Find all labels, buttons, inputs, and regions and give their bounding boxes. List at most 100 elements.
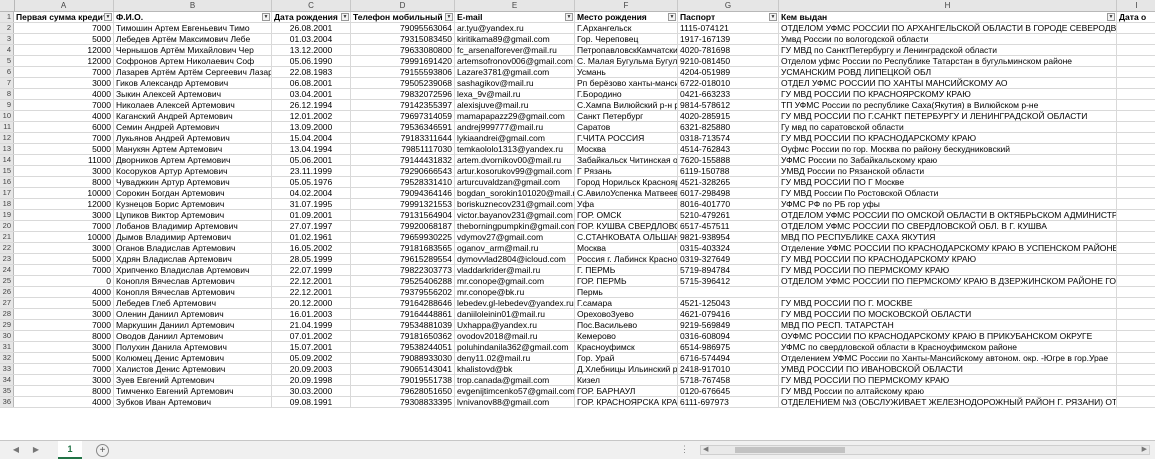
grid-cell[interactable]: С.АвилоУспенка Матвеево [575,188,678,198]
grid-cell[interactable]: 6111-697973 [678,397,779,407]
grid-cell[interactable] [678,287,779,297]
grid-cell[interactable]: ГОР. КУШВА СВЕРДЛОВСК [575,221,678,231]
tab-split-handle[interactable]: ⋮ [680,444,689,455]
grid-cell[interactable]: Кемерово [575,331,678,341]
grid-cell[interactable]: Г Рязань [575,166,678,176]
row-number[interactable]: 23 [0,254,14,264]
add-sheet-button[interactable]: + [96,444,109,457]
grid-cell[interactable]: Тимченко Евгений Артемович [114,386,272,396]
grid-cell[interactable]: trop.canada@gmail.com [455,375,575,385]
grid-cell[interactable] [1117,254,1155,264]
grid-cell[interactable]: ОТДЕЛЕНИЕМ №3 (ОБСЛУЖИВАЕТ ЖЕЛЕЗНОДОРОЖН… [779,397,1117,407]
grid-cell[interactable]: Кизел [575,375,678,385]
grid-cell[interactable]: 26.08.2001 [272,23,351,33]
grid-cell[interactable]: 06.08.2001 [272,78,351,88]
grid-cell[interactable]: 0316-608094 [678,331,779,341]
grid-cell[interactable]: Забайкальск Читинская об [575,155,678,165]
grid-cell[interactable]: Оуфмс России по гор. Москва по району бе… [779,144,1117,154]
dropdown-filter-icon[interactable]: ▼ [668,13,676,21]
row-number[interactable]: 21 [0,232,14,242]
grid-cell[interactable]: Тимошин Артем Евгеньевич Тимо [114,23,272,33]
grid-cell[interactable] [1117,397,1155,407]
row-number[interactable]: 29 [0,320,14,330]
grid-cell[interactable]: 9814-578612 [678,100,779,110]
grid-cell[interactable]: 15.04.2004 [272,133,351,143]
grid-cell[interactable]: oganov_arm@mail.ru [455,243,575,253]
select-all-corner[interactable] [0,0,15,11]
grid-cell[interactable]: 8000 [14,331,114,341]
grid-cell[interactable]: Чернышов Артём Михайлович Чер [114,45,272,55]
grid-cell[interactable]: Дымов Владимир Артемович [114,232,272,242]
header-cell[interactable]: Дата о [1117,12,1155,22]
grid-cell[interactable]: ГУ МВД РОССИИ ПО МОСКОВСКОЙ ОБЛАСТИ [779,309,1117,319]
grid-cell[interactable]: ovodov2018@mail.ru [455,331,575,341]
grid-cell[interactable]: andrej999777@mail.ru [455,122,575,132]
grid-cell[interactable]: 10000 [14,232,114,242]
header-cell[interactable]: Телефон мобильный ▼ [351,12,455,22]
grid-cell[interactable]: Зыкин Алексей Артемович [114,89,272,99]
grid-cell[interactable]: 79379556202 [351,287,455,297]
next-sheet-icon[interactable]: ▶ [30,444,42,456]
grid-cell[interactable]: mamapapazz29@gmail.com [455,111,575,121]
grid-cell[interactable]: 13.09.2000 [272,122,351,132]
grid-cell[interactable] [1117,78,1155,88]
dropdown-filter-icon[interactable]: ▼ [445,13,453,21]
grid-cell[interactable] [1117,232,1155,242]
dropdown-filter-icon[interactable]: ▼ [565,13,573,21]
dropdown-filter-icon[interactable]: ▼ [1107,13,1115,21]
grid-cell[interactable]: Гор. Череповец [575,34,678,44]
grid-cell[interactable]: deny11.02@mail.ru [455,353,575,363]
grid-cell[interactable]: ОТДЕЛОМ УФМС РОССИИ ПО СВЕРДЛОВСКОЙ ОБЛ.… [779,221,1117,231]
grid-cell[interactable]: Отделением УФМС России по Ханты-Мансийск… [779,353,1117,363]
grid-cell[interactable]: lvnivanov88@gmail.com [455,397,575,407]
grid-cell[interactable]: 12.01.2002 [272,111,351,121]
grid-cell[interactable]: lykiaandrei@gmail.com [455,133,575,143]
grid-cell[interactable] [1117,177,1155,187]
grid-cell[interactable]: 79991691420 [351,56,455,66]
grid-cell[interactable]: Uxhappa@yandex.ru [455,320,575,330]
row-number[interactable]: 3 [0,34,14,44]
grid-cell[interactable]: ОТДЕЛОМ УФМС РОССИИ ПО ПЕРМСКОМУ КРАЮ В … [779,276,1117,286]
grid-cell[interactable]: УМВД России по Рязанской области [779,166,1117,176]
grid-cell[interactable]: boriskuznecov231@gmail.com [455,199,575,209]
grid-cell[interactable]: 0120-676645 [678,386,779,396]
grid-cell[interactable]: Чуваджкин Артур Артемович [114,177,272,187]
grid-cell[interactable]: 27.07.1997 [272,221,351,231]
row-number[interactable]: 2 [0,23,14,33]
dropdown-filter-icon[interactable]: ▼ [341,13,349,21]
grid-cell[interactable]: 05.09.2002 [272,353,351,363]
grid-cell[interactable]: 79095563064 [351,23,455,33]
row-number[interactable]: 25 [0,276,14,286]
grid-cell[interactable] [1117,320,1155,330]
grid-cell[interactable]: 3000 [14,342,114,352]
grid-cell[interactable]: 79628051650 [351,386,455,396]
grid-cell[interactable]: 79164288646 [351,298,455,308]
grid-cell[interactable]: 30.03.2000 [272,386,351,396]
grid-cell[interactable] [1117,166,1155,176]
grid-cell[interactable]: 79633080800 [351,45,455,55]
grid-cell[interactable]: 6514-986975 [678,342,779,352]
grid-cell[interactable]: lebedev.gl-lebedev@yandex.ru [455,298,575,308]
row-number[interactable]: 30 [0,331,14,341]
grid-cell[interactable]: Красноуфимск [575,342,678,352]
grid-cell[interactable]: 79505239068 [351,78,455,88]
grid-cell[interactable]: ГУ МВД России По Ростовской Области [779,188,1117,198]
grid-cell[interactable]: 6517-457511 [678,221,779,231]
grid-cell[interactable]: 22.12.2001 [272,287,351,297]
grid-cell[interactable]: khalistovd@bk [455,364,575,374]
grid-cell[interactable]: ОТДЕЛОМ УФМС РОССИИ ПО АРХАНГЕЛЬСКОЙ ОБЛ… [779,23,1117,33]
grid-cell[interactable]: 20.09.2003 [272,364,351,374]
row-number[interactable]: 4 [0,45,14,55]
grid-cell[interactable]: Каганский Андрей Артемович [114,111,272,121]
grid-cell[interactable]: 4514-762843 [678,144,779,154]
grid-cell[interactable]: 3000 [14,309,114,319]
grid-cell[interactable] [1117,34,1155,44]
row-number[interactable]: 28 [0,309,14,319]
grid-cell[interactable]: 16.01.2003 [272,309,351,319]
grid-cell[interactable]: 4000 [14,397,114,407]
grid-cell[interactable]: 26.12.1994 [272,100,351,110]
grid-cell[interactable]: Д.Хлебницы Ильинский ра [575,364,678,374]
grid-cell[interactable]: ОТДЕЛ УФМС РОССИИ ПО ХАНТЫ МАНСИЙСКОМУ А… [779,78,1117,88]
grid-cell[interactable]: 79525406288 [351,276,455,286]
grid-cell[interactable] [1117,45,1155,55]
